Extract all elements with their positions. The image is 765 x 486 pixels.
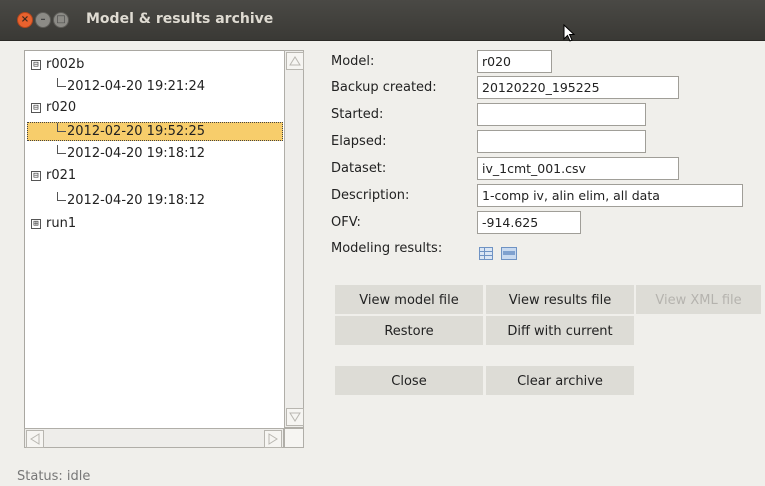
tree-node-label: run1 [46, 216, 77, 231]
window-close-button[interactable]: × [17, 12, 33, 28]
close-button[interactable]: Close [335, 366, 483, 395]
table-icon[interactable] [479, 247, 493, 260]
collapse-icon[interactable]: ⊟ [31, 60, 41, 70]
triangle-down-icon [289, 412, 301, 422]
modeling-results-icons [479, 246, 518, 261]
view-model-file-button[interactable]: View model file [335, 285, 483, 314]
tree-horizontal-scrollbar[interactable] [24, 428, 284, 448]
backup-created-field[interactable]: 20120220_195225 [477, 76, 679, 99]
tree-item-r002b-backup-1[interactable]: 2012-04-20 19:21:24 [57, 78, 205, 94]
description-field[interactable]: 1-comp iv, alin elim, all data [477, 184, 743, 207]
tree-connector [57, 192, 66, 201]
tree-item-label: 2012-04-20 19:21:24 [67, 79, 206, 94]
diff-with-current-button[interactable]: Diff with current [486, 316, 634, 345]
tree-node-label: r021 [46, 168, 77, 183]
clear-archive-button[interactable]: Clear archive [486, 366, 634, 395]
document-icon[interactable] [501, 247, 518, 260]
ofv-label: OFV: [331, 215, 361, 230]
tree-connector [57, 145, 66, 154]
tree-node-label: r020 [46, 100, 77, 115]
tree-node-r020[interactable]: ⊟ r020 [31, 100, 76, 115]
scroll-down-button[interactable] [286, 408, 304, 426]
tree-node-run1[interactable]: ⊞ run1 [31, 216, 76, 231]
description-label: Description: [331, 188, 410, 203]
scroll-up-button[interactable] [286, 52, 304, 70]
view-results-file-button[interactable]: View results file [486, 285, 634, 314]
scroll-left-button[interactable] [26, 430, 44, 448]
tree-item-r021-backup-1[interactable]: 2012-04-20 19:18:12 [57, 192, 205, 208]
model-label: Model: [331, 54, 375, 69]
view-xml-file-button[interactable]: View XML file [636, 285, 761, 314]
backup-created-label: Backup created: [331, 80, 437, 95]
dataset-label: Dataset: [331, 161, 387, 176]
elapsed-label: Elapsed: [331, 134, 387, 149]
mouse-pointer-icon [563, 24, 576, 42]
minimize-icon: – [40, 14, 46, 25]
tree-node-r021[interactable]: ⊟ r021 [31, 168, 76, 183]
tree-item-r020-backup-1[interactable]: 2012-02-20 19:52:25 [57, 123, 205, 139]
archive-tree[interactable]: ⊟ r002b 2012-04-20 19:21:24 ⊟ r020 2012-02… [24, 50, 286, 430]
collapse-icon[interactable]: ⊟ [31, 171, 41, 181]
restore-button[interactable]: Restore [335, 316, 483, 345]
collapse-icon[interactable]: ⊟ [31, 103, 41, 113]
tree-item-r020-backup-2[interactable]: 2012-04-20 19:18:12 [57, 145, 205, 161]
started-field[interactable] [477, 103, 646, 126]
triangle-right-icon [268, 433, 278, 445]
scroll-right-button[interactable] [264, 430, 282, 448]
model-field[interactable]: r020 [477, 50, 552, 73]
tree-item-label: 2012-04-20 19:18:12 [67, 193, 206, 208]
triangle-left-icon [30, 433, 40, 445]
maximize-icon: □ [56, 14, 66, 25]
tree-connector [57, 123, 66, 132]
window-title: Model & results archive [86, 11, 274, 27]
status-text: Status: idle [17, 469, 91, 484]
tree-item-label: 2012-02-20 19:52:25 [67, 124, 206, 139]
close-icon: × [20, 14, 30, 25]
tree-node-label: r002b [46, 57, 85, 72]
tree-vertical-scrollbar[interactable] [284, 50, 304, 428]
scrollbar-corner [284, 428, 304, 448]
elapsed-field[interactable] [477, 130, 646, 153]
tree-node-r002b[interactable]: ⊟ r002b [31, 57, 84, 72]
dataset-field[interactable]: iv_1cmt_001.csv [477, 157, 679, 180]
tree-item-label: 2012-04-20 19:18:12 [67, 146, 206, 161]
started-label: Started: [331, 107, 384, 122]
modeling-results-label: Modeling results: [331, 241, 443, 256]
tree-connector [57, 78, 66, 87]
title-bar: × – □ Model & results archive [0, 0, 765, 41]
window-maximize-button[interactable]: □ [53, 12, 69, 28]
expand-icon[interactable]: ⊞ [31, 219, 41, 229]
triangle-up-icon [289, 56, 301, 66]
window-minimize-button[interactable]: – [35, 12, 51, 28]
ofv-field[interactable]: -914.625 [477, 211, 581, 234]
